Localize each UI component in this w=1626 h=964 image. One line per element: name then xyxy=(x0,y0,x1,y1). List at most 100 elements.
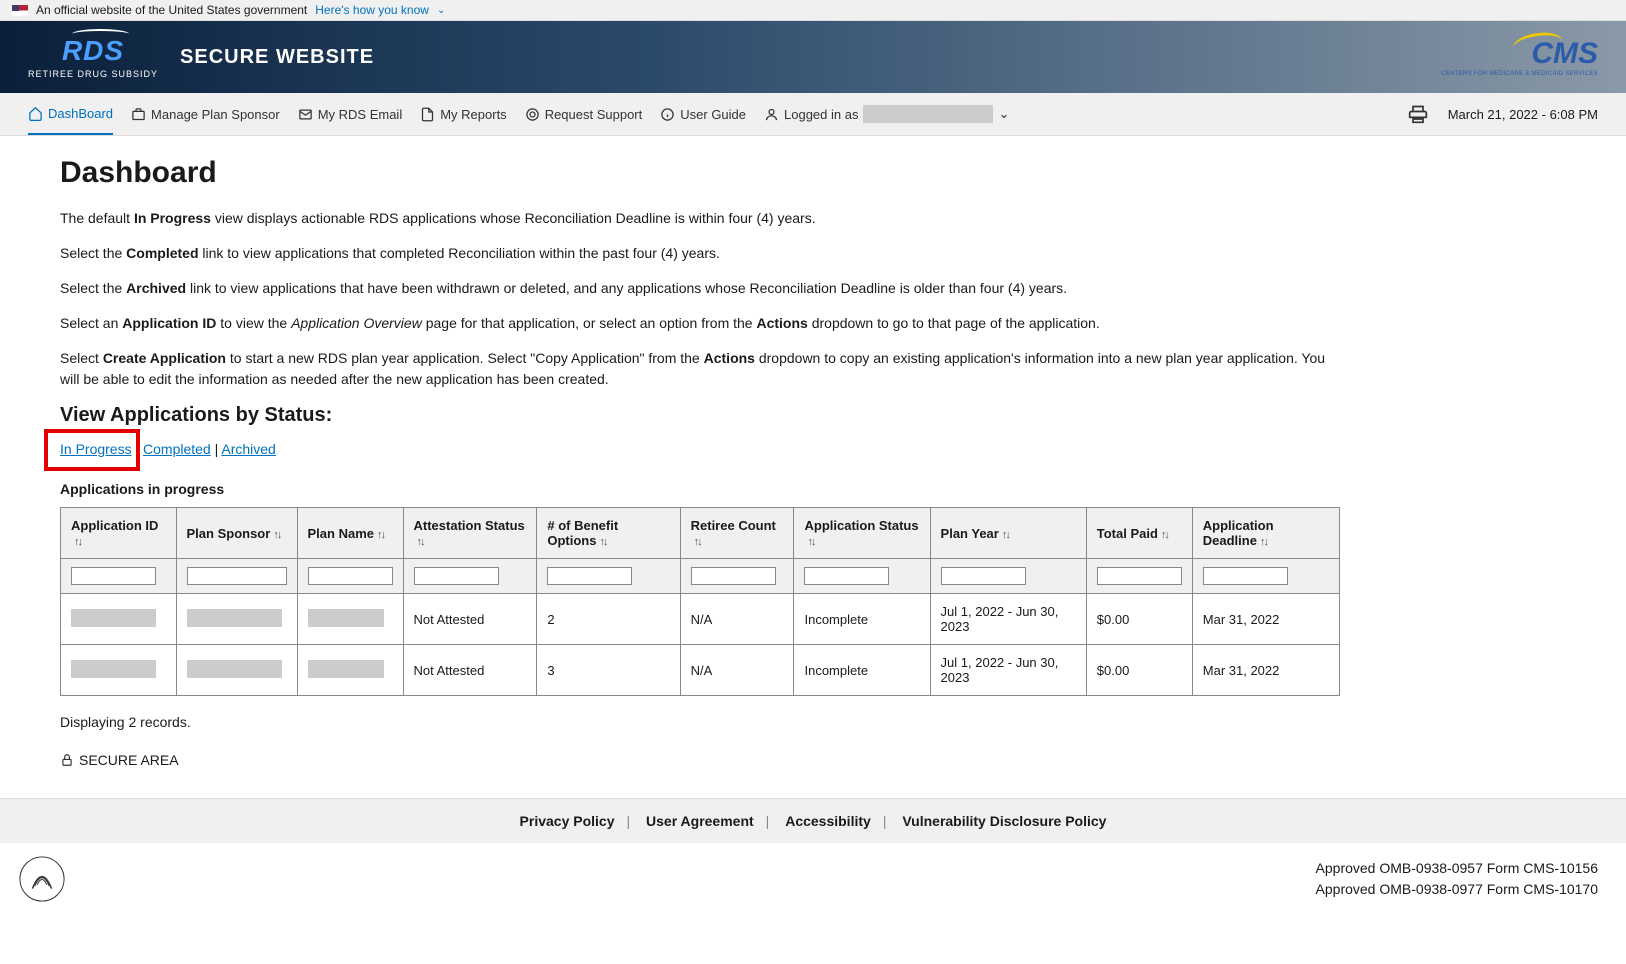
gov-banner-link[interactable]: Here's how you know xyxy=(315,3,429,17)
cell-total-paid: $0.00 xyxy=(1086,645,1192,696)
footer-bottom: Approved OMB-0938-0957 Form CMS-10156 Ap… xyxy=(0,843,1626,915)
sort-icon: ↑↓ xyxy=(273,529,280,541)
nav-request-support[interactable]: Request Support xyxy=(525,95,643,134)
cell-attest: Not Attested xyxy=(403,645,537,696)
sort-icon: ↑↓ xyxy=(807,536,814,548)
records-count: Displaying 2 records. xyxy=(60,714,1340,730)
filter-total-paid[interactable] xyxy=(1097,567,1182,585)
nav-email-label: My RDS Email xyxy=(318,107,403,122)
redacted-value xyxy=(71,660,156,678)
cell-deadline: Mar 31, 2022 xyxy=(1192,594,1339,645)
view-by-status-heading: View Applications by Status: xyxy=(60,404,1340,427)
chevron-down-icon: ⌄ xyxy=(998,106,1009,122)
cell-retiree: N/A xyxy=(680,645,794,696)
filter-attestation-status[interactable] xyxy=(414,567,499,585)
redacted-value xyxy=(308,609,385,627)
applications-table: Application ID↑↓ Plan Sponsor↑↓ Plan Nam… xyxy=(60,507,1340,696)
col-retiree-count[interactable]: Retiree Count↑↓ xyxy=(680,508,794,559)
gov-banner: An official website of the United States… xyxy=(0,0,1626,21)
col-application-status[interactable]: Application Status↑↓ xyxy=(794,508,930,559)
col-attestation-status[interactable]: Attestation Status↑↓ xyxy=(403,508,537,559)
cell-plan-year: Jul 1, 2022 - Jun 30, 2023 xyxy=(930,645,1086,696)
rds-logo: RDS RETIREE DRUG SUBSIDY xyxy=(28,35,158,79)
chevron-down-icon: ⌄ xyxy=(437,5,445,16)
nav-manage-plan-sponsor[interactable]: Manage Plan Sponsor xyxy=(131,95,280,134)
filter-benefit-options[interactable] xyxy=(547,567,632,585)
sort-icon: ↑↓ xyxy=(74,536,81,548)
filter-application-status[interactable] xyxy=(804,567,889,585)
sort-icon: ↑↓ xyxy=(1161,529,1168,541)
nav-my-rds-email[interactable]: My RDS Email xyxy=(298,95,403,134)
nav-user-guide[interactable]: User Guide xyxy=(660,95,746,134)
footer-vulnerability[interactable]: Vulnerability Disclosure Policy xyxy=(902,813,1106,829)
col-plan-sponsor[interactable]: Plan Sponsor↑↓ xyxy=(176,508,297,559)
nav-manage-label: Manage Plan Sponsor xyxy=(151,107,280,122)
col-plan-year[interactable]: Plan Year↑↓ xyxy=(930,508,1086,559)
cell-plan-year: Jul 1, 2022 - Jun 30, 2023 xyxy=(930,594,1086,645)
nav-dashboard[interactable]: DashBoard xyxy=(28,94,113,135)
filter-application-id[interactable] xyxy=(71,567,156,585)
omb-line-1: Approved OMB-0938-0957 Form CMS-10156 xyxy=(1316,858,1598,879)
sort-icon: ↑↓ xyxy=(1002,529,1009,541)
omb-approval: Approved OMB-0938-0957 Form CMS-10156 Ap… xyxy=(1316,858,1598,900)
document-icon xyxy=(420,107,435,122)
footer-agreement[interactable]: User Agreement xyxy=(646,813,754,829)
cell-deadline: Mar 31, 2022 xyxy=(1192,645,1339,696)
mail-icon xyxy=(298,107,313,122)
redacted-value xyxy=(308,660,385,678)
col-benefit-options[interactable]: # of Benefit Options↑↓ xyxy=(537,508,680,559)
filter-plan-year[interactable] xyxy=(941,567,1026,585)
rds-logo-sub: RETIREE DRUG SUBSIDY xyxy=(28,69,158,79)
col-total-paid[interactable]: Total Paid↑↓ xyxy=(1086,508,1192,559)
hhs-seal-icon xyxy=(18,855,66,903)
cell-attest: Not Attested xyxy=(403,594,537,645)
secure-website-text: SECURE WEBSITE xyxy=(180,46,374,69)
col-plan-name[interactable]: Plan Name↑↓ xyxy=(297,508,403,559)
intro-text: The default In Progress view displays ac… xyxy=(60,208,1340,390)
secure-area-label: SECURE AREA xyxy=(79,752,179,768)
status-filter-links: In Progress | Completed | Archived xyxy=(60,441,1340,457)
filter-plan-sponsor[interactable] xyxy=(187,567,287,585)
info-icon xyxy=(660,107,675,122)
filter-application-deadline[interactable] xyxy=(1203,567,1288,585)
cms-logo-sub: CENTERS FOR MEDICARE & MEDICAID SERVICES xyxy=(1441,71,1598,77)
footer-accessibility[interactable]: Accessibility xyxy=(785,813,871,829)
home-icon xyxy=(28,106,43,121)
sort-icon: ↑↓ xyxy=(417,536,424,548)
link-in-progress[interactable]: In Progress xyxy=(60,441,132,457)
nav-support-label: Request Support xyxy=(545,107,643,122)
cell-retiree: N/A xyxy=(680,594,794,645)
redacted-value xyxy=(71,609,156,627)
site-header: RDS RETIREE DRUG SUBSIDY SECURE WEBSITE … xyxy=(0,21,1626,93)
support-icon xyxy=(525,107,540,122)
cell-total-paid: $0.00 xyxy=(1086,594,1192,645)
col-application-deadline[interactable]: Application Deadline↑↓ xyxy=(1192,508,1339,559)
table-row: Not Attested 2 N/A Incomplete Jul 1, 202… xyxy=(61,594,1340,645)
lock-icon xyxy=(60,753,74,767)
gov-banner-text: An official website of the United States… xyxy=(36,3,307,17)
cell-app-status: Incomplete xyxy=(794,645,930,696)
omb-line-2: Approved OMB-0938-0977 Form CMS-10170 xyxy=(1316,879,1598,900)
col-application-id[interactable]: Application ID↑↓ xyxy=(61,508,177,559)
table-header-row: Application ID↑↓ Plan Sponsor↑↓ Plan Nam… xyxy=(61,508,1340,559)
table-filter-row xyxy=(61,559,1340,594)
filter-retiree-count[interactable] xyxy=(691,567,776,585)
us-flag-icon xyxy=(12,5,28,16)
sort-icon: ↑↓ xyxy=(1260,536,1267,548)
footer-privacy[interactable]: Privacy Policy xyxy=(520,813,615,829)
cell-app-status: Incomplete xyxy=(794,594,930,645)
print-icon[interactable] xyxy=(1408,104,1428,124)
nav-my-reports[interactable]: My Reports xyxy=(420,95,506,134)
user-icon xyxy=(764,107,779,122)
secure-area-indicator: SECURE AREA xyxy=(60,752,1340,768)
filter-plan-name[interactable] xyxy=(308,567,393,585)
logged-in-username-redacted xyxy=(863,105,993,123)
sort-icon: ↑↓ xyxy=(377,529,384,541)
redacted-value xyxy=(187,609,282,627)
table-row: Not Attested 3 N/A Incomplete Jul 1, 202… xyxy=(61,645,1340,696)
nav-logged-in[interactable]: Logged in as ⌄ xyxy=(764,93,1009,135)
link-completed[interactable]: Completed xyxy=(143,441,211,457)
rds-logo-main: RDS xyxy=(62,35,124,67)
link-archived[interactable]: Archived xyxy=(221,441,275,457)
cell-benefit: 3 xyxy=(537,645,680,696)
